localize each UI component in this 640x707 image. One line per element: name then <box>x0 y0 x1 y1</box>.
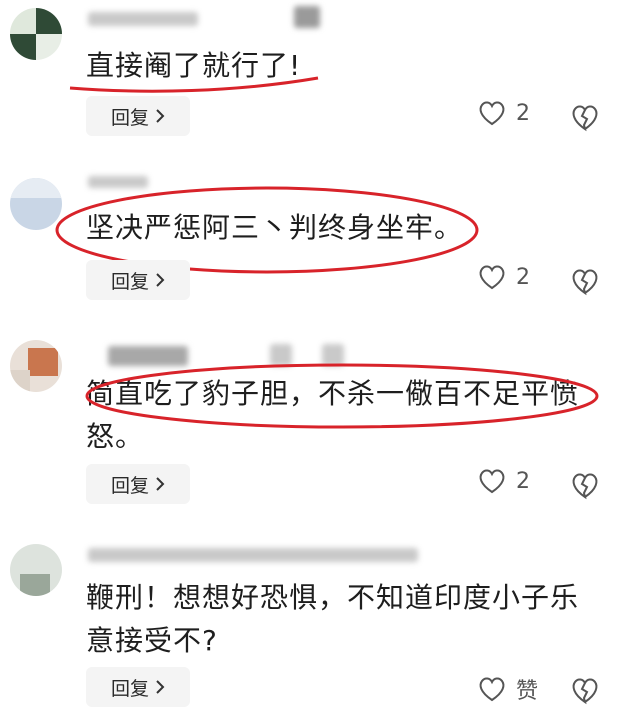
comment-item: 直接阉了就行了! 回复 2 <box>0 0 640 160</box>
comment-item: 坚决严惩阿三丶判终身坐牢。 回复 2 <box>0 160 640 330</box>
heart-icon <box>479 677 505 702</box>
like-count: 2 <box>516 264 530 290</box>
avatar[interactable] <box>10 8 62 60</box>
heart-icon <box>479 469 505 494</box>
redaction-block <box>294 6 320 28</box>
handwritten-underline <box>69 76 319 93</box>
chevron-right-icon <box>156 477 165 491</box>
broken-heart-icon[interactable] <box>570 102 600 132</box>
comment-item: 简直吃了豹子胆，不杀一儆百不足平愤怒。 回复 2 <box>0 330 640 530</box>
reply-button[interactable]: 回复 <box>86 260 190 300</box>
comment-item: 鞭刑！想想好恐惧，不知道印度小子乐意接受不? 回复 赞 <box>0 530 640 707</box>
username-redacted <box>88 548 418 562</box>
chevron-right-icon <box>156 273 165 287</box>
reply-button[interactable]: 回复 <box>86 464 190 504</box>
chevron-right-icon <box>156 680 165 694</box>
username-redacted <box>88 12 198 26</box>
chevron-right-icon <box>156 109 165 123</box>
broken-heart-icon[interactable] <box>570 266 600 296</box>
broken-heart-icon[interactable] <box>570 675 600 705</box>
like-button[interactable]: 赞 <box>478 673 538 705</box>
avatar[interactable] <box>10 340 62 392</box>
avatar[interactable] <box>10 544 62 596</box>
like-button[interactable]: 2 <box>478 100 530 126</box>
reply-button[interactable]: 回复 <box>86 667 190 707</box>
broken-heart-icon[interactable] <box>570 470 600 500</box>
reply-button[interactable]: 回复 <box>86 96 190 136</box>
like-count: 2 <box>516 100 530 126</box>
like-button[interactable]: 2 <box>478 468 530 494</box>
like-count: 2 <box>516 468 530 494</box>
like-count: 赞 <box>516 679 539 704</box>
comment-text: 鞭刑！想想好恐惧，不知道印度小子乐意接受不? <box>86 581 580 657</box>
heart-icon <box>479 265 505 290</box>
like-button[interactable]: 2 <box>478 264 530 290</box>
heart-icon <box>479 101 505 126</box>
annotation-ellipse <box>85 363 599 429</box>
